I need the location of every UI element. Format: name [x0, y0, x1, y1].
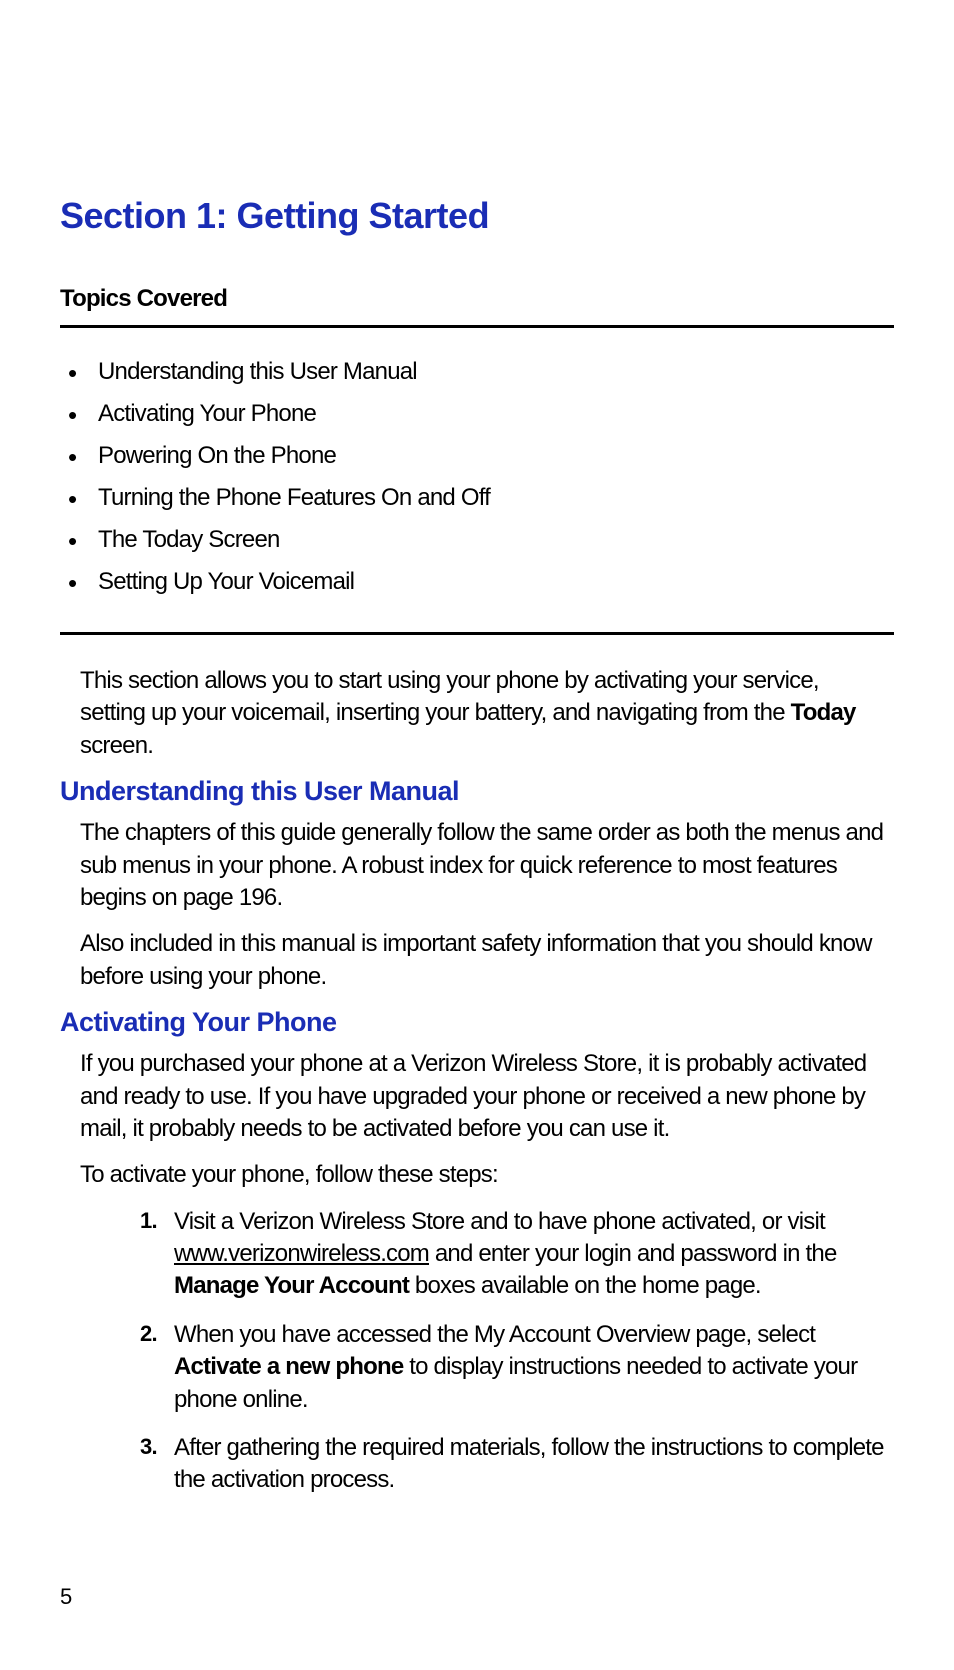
- verizon-link[interactable]: www.verizonwireless.com: [174, 1240, 429, 1267]
- intro-text-post: screen.: [80, 732, 153, 759]
- step-text: boxes available on the home page.: [409, 1272, 761, 1299]
- activating-p1: If you purchased your phone at a Verizon…: [60, 1048, 894, 1145]
- topic-item: Turning the Phone Features On and Off: [68, 484, 894, 512]
- page-number: 5: [60, 1584, 72, 1610]
- step-text: When you have accessed the My Account Ov…: [174, 1321, 815, 1348]
- topics-list: Understanding this User Manual Activatin…: [60, 358, 894, 596]
- topic-item: Setting Up Your Voicemail: [68, 568, 894, 596]
- step-bold: Activate a new phone: [174, 1353, 403, 1380]
- intro-text-bold: Today: [791, 699, 856, 726]
- understanding-p2: Also included in this manual is importan…: [60, 928, 894, 993]
- activation-step: When you have accessed the My Account Ov…: [140, 1319, 884, 1416]
- section-title: Section 1: Getting Started: [60, 195, 894, 237]
- topic-item: Understanding this User Manual: [68, 358, 894, 386]
- subsection-activating-title: Activating Your Phone: [60, 1007, 894, 1038]
- step-bold: Manage Your Account: [174, 1272, 409, 1299]
- activation-step: Visit a Verizon Wireless Store and to ha…: [140, 1206, 884, 1303]
- activation-steps: Visit a Verizon Wireless Store and to ha…: [60, 1206, 894, 1497]
- topic-item: The Today Screen: [68, 526, 894, 554]
- topic-item: Powering On the Phone: [68, 442, 894, 470]
- step-text: Visit a Verizon Wireless Store and to ha…: [174, 1208, 825, 1235]
- divider: [60, 632, 894, 635]
- understanding-p1: The chapters of this guide generally fol…: [60, 817, 894, 914]
- topics-covered-header: Topics Covered: [60, 285, 894, 328]
- subsection-understanding-title: Understanding this User Manual: [60, 776, 894, 807]
- activating-p2: To activate your phone, follow these ste…: [60, 1159, 894, 1191]
- topic-item: Activating Your Phone: [68, 400, 894, 428]
- activation-step: After gathering the required materials, …: [140, 1432, 884, 1497]
- intro-text-pre: This section allows you to start using y…: [80, 667, 819, 726]
- intro-paragraph: This section allows you to start using y…: [60, 665, 894, 762]
- step-text: and enter your login and password in the: [429, 1240, 837, 1267]
